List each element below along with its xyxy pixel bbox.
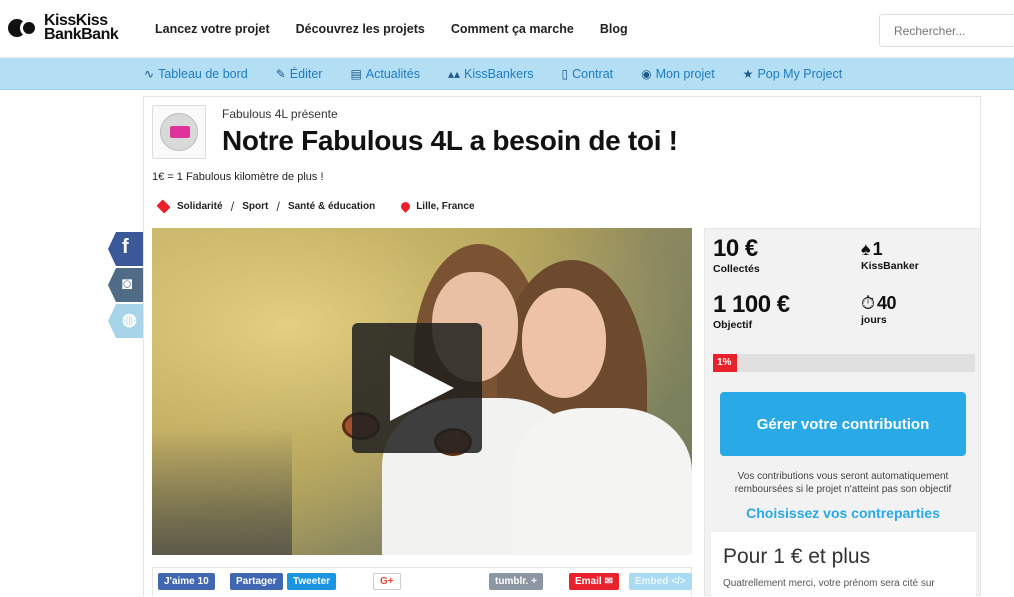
subnav-contract[interactable]: ▯ Contrat [562,67,614,81]
website-link[interactable]: ◍ [108,304,143,338]
subnav-pop-my-project-label: Pop My Project [757,67,843,81]
reward-description: Quatrellement merci, votre prénom sera c… [723,578,935,589]
subnav-kissbankers-label: KissBankers [464,67,534,81]
collected-label: Collectés [713,263,760,275]
subnav-dashboard-label: Tableau de bord [158,67,248,81]
project-tagline: 1€ = 1 Fabulous kilomètre de plus ! [152,171,324,183]
newspaper-icon: ▤ [350,67,362,81]
top-header: KissKiss BankBank Lancez votre projet Dé… [0,0,1014,58]
eye-icon: ◉ [641,67,652,81]
funding-panel: 10 € Collectés ♠ 1 KissBanker 1 100 € Ob… [704,228,981,597]
subnav-news-label: Actualités [365,67,420,81]
document-icon: ▯ [561,67,569,81]
project-owner-presents: Fabulous 4L présente [222,107,338,121]
category-sport[interactable]: Sport [242,201,268,212]
goal-label: Objectif [713,319,753,331]
fabulous-4l-logo [160,113,198,151]
nav-how-it-works[interactable]: Comment ça marche [451,22,574,36]
project-categories: Solidarité / Sport / Santé & éducation L… [156,199,475,214]
google-plus-button[interactable]: G+ [373,573,401,590]
kisskiss-logo[interactable]: KissKiss BankBank [8,12,119,43]
refund-note: Vos contributions vous seront automatiqu… [734,471,952,495]
subnav-my-project[interactable]: ◉ Mon projet [641,67,715,81]
facebook-like-button[interactable]: J'aime 10 [158,573,215,590]
days-remaining: 40 [877,293,897,313]
star-icon: ★ [742,67,754,81]
facebook-link[interactable]: f [108,232,143,266]
choose-rewards-link[interactable]: Choisissez vos contreparties [711,505,975,521]
play-icon [390,355,454,421]
stat-backers: ♠ 1 KissBanker [861,239,919,272]
project-video[interactable] [152,228,692,555]
subnav-dashboard[interactable]: ∿ Tableau de bord [144,67,248,81]
location-pin-icon [399,200,413,213]
tumblr-button[interactable]: tumblr. + [489,573,543,590]
subnav-contract-label: Contrat [572,67,614,81]
category-separator: / [276,199,280,214]
tweet-button[interactable]: Tweeter [287,573,337,590]
subnav-news[interactable]: ▤ Actualités [350,67,420,81]
email-button[interactable]: Email ✉ [569,573,619,590]
subnav-my-project-label: Mon projet [655,67,715,81]
days-label: jours [861,314,887,326]
video-play-button[interactable] [352,323,482,453]
manage-contribution-button[interactable]: Gérer votre contribution [720,392,966,456]
stopwatch-icon: ⏱ [861,293,876,313]
pulse-icon: ∿ [144,67,155,81]
owner-subnav: ∿ Tableau de bord ✎ Éditer ▤ Actualités … [0,58,1014,90]
instagram-link[interactable]: ◙ [108,268,143,302]
subnav-edit-label: Éditer [289,67,323,81]
stat-goal: 1 100 € Objectif [713,291,790,331]
main-nav: Lancez votre projet Découvrez les projet… [155,22,628,36]
instagram-icon: ◙ [122,274,133,293]
subnav-edit[interactable]: ✎ Éditer [276,67,323,81]
stat-collected: 10 € Collectés [713,235,760,275]
category-separator: / [230,199,235,214]
nav-blog[interactable]: Blog [600,22,628,36]
logo-mark-icon [8,17,42,39]
social-links: f ◙ ◍ [108,232,143,340]
pencil-icon: ✎ [275,67,286,81]
reward-title: Pour 1 € et plus [723,545,871,568]
people-icon: ▴▴ [447,67,461,81]
facebook-icon: f [122,236,129,258]
kissbanker-icon: ♠ [861,239,871,259]
goal-amount: 1 100 € [713,291,790,318]
collected-amount: 10 € [713,235,758,262]
subnav-kissbankers[interactable]: ▴▴ KissBankers [448,67,534,81]
reward-card[interactable]: Pour 1 € et plus Quatrellement merci, vo… [711,528,976,597]
progress-fill: 1% [713,354,737,372]
stat-days: ⏱ 40 jours [861,293,897,326]
share-bar: J'aime 10 Partager Tweeter G+ tumblr. + … [152,567,692,596]
backers-count: 1 [872,239,883,259]
facebook-share-button[interactable]: Partager [230,573,283,590]
backers-label: KissBanker [861,260,919,272]
nav-launch-project[interactable]: Lancez votre projet [155,22,270,36]
project-avatar[interactable] [152,105,206,159]
project-title: Notre Fabulous 4L a besoin de toi ! [222,125,678,156]
search-input[interactable] [879,14,1014,47]
logo-text: KissKiss BankBank [44,12,119,43]
category-solidarity[interactable]: Solidarité [177,201,223,212]
embed-button[interactable]: Embed </> [629,573,692,590]
funding-progress-bar: 1% [713,354,975,372]
nav-discover-projects[interactable]: Découvrez les projets [296,22,425,36]
project-location[interactable]: Lille, France [416,201,474,212]
category-health-education[interactable]: Santé & éducation [288,201,375,212]
globe-icon: ◍ [122,310,137,329]
tag-icon [156,199,171,214]
subnav-pop-my-project[interactable]: ★ Pop My Project [743,67,843,81]
